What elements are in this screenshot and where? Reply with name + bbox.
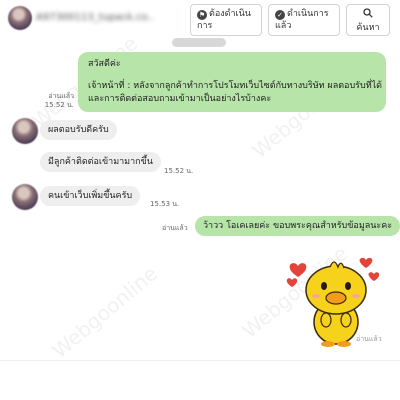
message-bubble-incoming[interactable]: มีลูกค้าติดต่อเข้ามามากขึ้น: [40, 152, 161, 172]
message-bubble-incoming[interactable]: ผลตอบรับดีครับ: [40, 120, 117, 140]
watermark: Webgoonline: [47, 261, 163, 363]
message-bubble-outgoing[interactable]: ว้าวว โอเคเลยค่ะ ขอบพระคุณสำหรับข้อมูลนะ…: [195, 216, 400, 236]
read-label: อ่านแล้ว: [162, 224, 188, 232]
message-text: คนเข้าเว็บเพิ่มขึ้นครับ: [48, 191, 133, 201]
search-label: ค้นหา: [356, 23, 380, 33]
message-bubble-incoming[interactable]: คนเข้าเว็บเพิ่มขึ้นครับ: [40, 186, 141, 206]
message-time: 15.52 น.: [164, 167, 194, 175]
message-text: สวัสดีค่ะ: [88, 59, 121, 69]
search-icon: [363, 8, 373, 18]
contact-avatar[interactable]: [8, 6, 32, 30]
search-button[interactable]: ค้นหา: [346, 4, 390, 36]
message-text: ผลตอบรับดีครับ: [48, 125, 109, 135]
contact-name[interactable]: A97300113_tupack.co..: [36, 12, 154, 23]
message-text: มีลูกค้าติดต่อเข้ามามากขึ้น: [48, 157, 153, 167]
date-separator: [172, 38, 226, 47]
todo-label-2: การ: [197, 21, 213, 31]
message-text: เจ้าหน้าที่ : หลังจากลูกค้าทำการโปรโมทเว…: [88, 81, 383, 91]
done-label-1: ดำเนินการ: [287, 9, 329, 19]
read-receipt: อ่านแล้ว 15.52 น.: [42, 92, 74, 110]
message-text: และการติดต่อสอบถามเข้ามาเป็นอย่างไรบ้างค…: [88, 94, 272, 104]
todo-button[interactable]: ⚑ ต้องดำเนิน การ: [190, 4, 262, 36]
message-time: 15.53 น.: [150, 200, 180, 208]
done-button[interactable]: ✓ ดำเนินการ แล้ว: [268, 4, 340, 36]
message-text: ว้าวว โอเคเลยค่ะ ขอบพระคุณสำหรับข้อมูลนะ…: [203, 221, 393, 231]
chat-header: A97300113_tupack.co.. ⚑ ต้องดำเนิน การ ✓ ด…: [0, 0, 400, 40]
message-bubble-outgoing[interactable]: สวัสดีค่ะ เจ้าหน้าที่ : หลังจากลูกค้าทำก…: [78, 52, 386, 112]
divider: [0, 360, 400, 361]
message-time: 15.52 น.: [44, 101, 74, 109]
done-label-2: แล้ว: [275, 21, 292, 31]
customer-avatar[interactable]: [12, 118, 38, 144]
read-label: อ่านแล้ว: [48, 92, 74, 100]
customer-avatar[interactable]: [12, 184, 38, 210]
todo-label-1: ต้องดำเนิน: [209, 9, 251, 19]
read-label: อ่านแล้ว: [356, 335, 382, 343]
flag-icon: ⚑: [197, 10, 207, 20]
check-icon: ✓: [275, 10, 285, 20]
